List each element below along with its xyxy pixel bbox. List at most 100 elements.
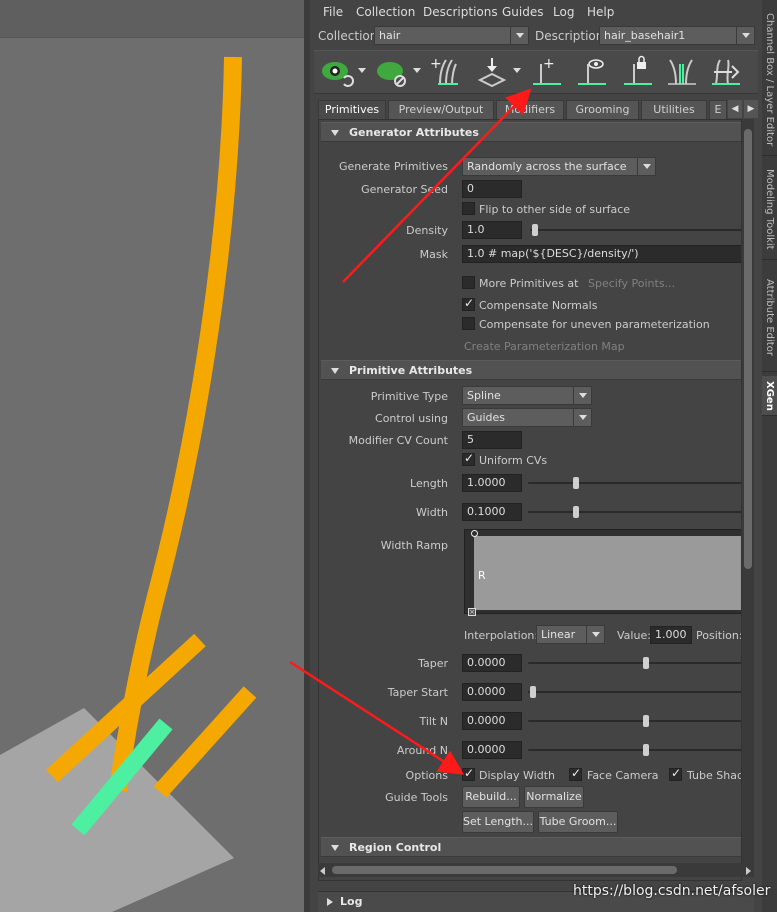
section-primitive-header[interactable]: Primitive Attributes (321, 360, 741, 380)
tab-primitives[interactable]: Primitives (318, 100, 386, 119)
create-param-map-button[interactable]: Create Parameterization Map (464, 340, 625, 353)
around-n-slider[interactable] (528, 744, 741, 756)
ramp-point-handle[interactable] (471, 530, 478, 537)
eye-off-icon[interactable] (375, 54, 411, 90)
vertical-scrollbar[interactable] (742, 119, 754, 863)
tilt-n-field[interactable]: 0.0000 (462, 712, 522, 730)
mask-field[interactable]: 1.0 # map('${DESC}/density/') (462, 245, 741, 263)
horizontal-scrollbar[interactable] (318, 863, 754, 877)
specify-points-button[interactable]: Specify Points... (588, 277, 675, 290)
taper-field[interactable]: 0.0000 (462, 654, 522, 672)
generate-primitives-dropdown[interactable]: Randomly across the surface (462, 157, 656, 176)
density-slider[interactable] (530, 224, 741, 236)
normalize-button[interactable]: Normalize (524, 786, 584, 808)
flip-checkbox[interactable] (462, 202, 475, 215)
collection-label: Collection (318, 29, 378, 43)
width-ramp-r-label: R (478, 569, 486, 582)
hair-strand-right (153, 686, 257, 798)
groom-tool-icon[interactable] (708, 54, 744, 90)
ramp-value-label: Value: (617, 629, 651, 642)
side-tab-xgen[interactable]: XGen (762, 376, 777, 416)
eye-dropdown-arrow[interactable] (358, 68, 366, 73)
control-using-dropdown[interactable]: Guides (462, 408, 592, 427)
3d-viewport[interactable] (0, 0, 304, 912)
compensate-normals-checkbox[interactable] (462, 296, 475, 311)
horizontal-scrollbar-thumb[interactable] (332, 866, 677, 874)
taper-slider-handle[interactable] (643, 657, 649, 669)
face-camera-checkbox[interactable] (569, 766, 582, 781)
modifier-cv-field[interactable]: 5 (462, 431, 522, 449)
viewport-scene (0, 56, 257, 912)
tab-scroll-right-icon[interactable]: ▶ (744, 100, 758, 118)
taper-start-field[interactable]: 0.0000 (462, 683, 522, 701)
eye-off-dropdown-arrow[interactable] (413, 68, 421, 73)
rebuild-button[interactable]: Rebuild... (462, 786, 520, 808)
width-slider-handle[interactable] (573, 506, 579, 518)
density-label: Density (406, 224, 448, 237)
vertical-scrollbar-thumb[interactable] (744, 129, 752, 569)
ramp-delete-icon[interactable]: × (468, 608, 476, 616)
options-label: Options (405, 769, 448, 782)
tab-utilities[interactable]: Utilities (641, 100, 707, 119)
interpolation-dropdown[interactable]: Linear (536, 625, 605, 644)
move-guides-icon[interactable] (474, 54, 510, 90)
menu-help[interactable]: Help (587, 5, 614, 19)
generator-seed-label: Generator Seed (361, 183, 448, 196)
side-tab-attribute-editor[interactable]: Attribute Editor (762, 264, 777, 372)
density-field[interactable]: 1.0 (462, 221, 522, 239)
ramp-value-field[interactable]: 1.000 (650, 626, 692, 644)
width-slider[interactable] (528, 506, 741, 518)
tab-scroll-left-icon[interactable]: ◀ (728, 100, 742, 118)
add-guides-icon[interactable]: + (428, 54, 464, 90)
section-region-header[interactable]: Region Control (321, 837, 741, 857)
density-slider-handle[interactable] (532, 224, 538, 236)
eye-icon[interactable] (320, 54, 356, 90)
tab-expressions[interactable]: E (709, 100, 727, 119)
add-primitive-icon[interactable]: + (529, 54, 565, 90)
taper-label: Taper (418, 657, 448, 670)
taper-slider[interactable] (528, 657, 741, 669)
side-tab-modeling-toolkit[interactable]: Modeling Toolkit (762, 160, 777, 260)
show-guides-icon[interactable] (574, 54, 610, 90)
tab-grooming[interactable]: Grooming (566, 100, 639, 119)
section-generator-header[interactable]: Generator Attributes (321, 122, 741, 142)
length-slider[interactable] (528, 477, 741, 489)
width-field[interactable]: 0.1000 (462, 503, 522, 521)
scroll-left-icon[interactable] (320, 867, 325, 875)
width-label: Width (416, 506, 448, 519)
menu-collection[interactable]: Collection (356, 5, 415, 19)
lock-guides-icon[interactable] (620, 54, 656, 90)
primitive-type-dropdown[interactable]: Spline (462, 386, 592, 405)
menu-descriptions[interactable]: Descriptions (423, 5, 498, 19)
display-width-checkbox[interactable] (462, 766, 475, 781)
menu-file[interactable]: File (323, 5, 343, 19)
tab-preview-output[interactable]: Preview/Output (388, 100, 494, 119)
width-ramp-editor[interactable]: R × (464, 529, 741, 616)
tube-shade-checkbox[interactable] (669, 766, 682, 781)
scroll-right-icon[interactable] (746, 867, 751, 875)
around-n-field[interactable]: 0.0000 (462, 741, 522, 759)
tube-groom-button[interactable]: Tube Groom... (538, 811, 618, 833)
taper-start-slider[interactable] (528, 686, 741, 698)
length-slider-handle[interactable] (573, 477, 579, 489)
set-length-button[interactable]: Set Length... (462, 811, 534, 833)
primitives-content: Generator Attributes Generate Primitives… (318, 119, 742, 881)
collection-dropdown[interactable]: hair (374, 26, 529, 45)
generator-seed-field[interactable]: 0 (462, 180, 522, 198)
uniform-cvs-checkbox[interactable] (462, 451, 475, 466)
compensate-uneven-checkbox[interactable] (462, 317, 475, 330)
side-tab-channel-box[interactable]: Channel Box / Layer Editor (762, 4, 777, 156)
move-guides-dropdown-arrow[interactable] (513, 68, 521, 73)
length-field[interactable]: 1.0000 (462, 474, 522, 492)
around-n-slider-handle[interactable] (643, 744, 649, 756)
tab-modifiers[interactable]: Modifiers (496, 100, 564, 119)
menu-log[interactable]: Log (553, 5, 574, 19)
taper-start-slider-handle[interactable] (530, 686, 536, 698)
tilt-n-slider[interactable] (528, 715, 741, 727)
more-primitives-checkbox[interactable] (462, 276, 475, 289)
tilt-n-slider-handle[interactable] (643, 715, 649, 727)
description-dropdown[interactable]: hair_basehair1 (599, 26, 755, 45)
svg-text:+: + (543, 56, 555, 72)
guide-rebuild-icon[interactable] (664, 54, 700, 90)
menu-guides[interactable]: Guides (502, 5, 544, 19)
